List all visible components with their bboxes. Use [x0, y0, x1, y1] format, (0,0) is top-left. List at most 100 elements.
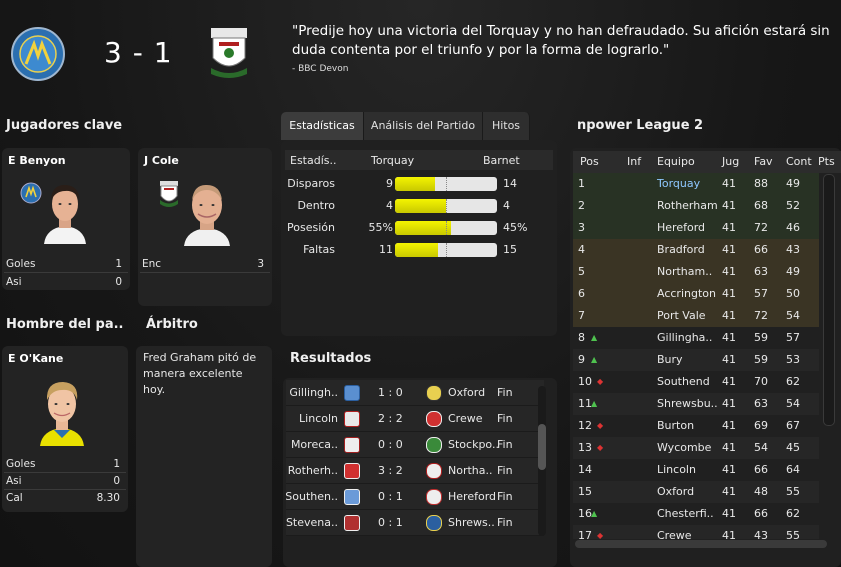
- league-team[interactable]: Rotherham: [657, 199, 718, 212]
- tab-estadisticas[interactable]: Estadísticas: [281, 112, 364, 140]
- league-team[interactable]: Port Vale: [657, 309, 706, 322]
- league-row[interactable]: 3 Hereford 41 72 46: [573, 217, 819, 240]
- league-team[interactable]: Torquay: [657, 177, 700, 190]
- col-goals-against[interactable]: Cont: [786, 155, 812, 168]
- league-row[interactable]: 1 Torquay 41 88 49: [573, 173, 819, 196]
- stat-home-value: 11: [379, 243, 393, 256]
- col-pos[interactable]: Pos: [580, 155, 599, 168]
- league-team[interactable]: Southend: [657, 375, 710, 388]
- league-row[interactable]: 13 ◆ Wycombe 41 54 45: [573, 437, 819, 460]
- stat-home-value: 4: [386, 199, 393, 212]
- league-team[interactable]: Accrington: [657, 287, 716, 300]
- league-row[interactable]: 9 ▲ Bury 41 59 53: [573, 349, 819, 372]
- league-goals-for: 72: [754, 221, 768, 234]
- col-team[interactable]: Equipo: [657, 155, 695, 168]
- result-row[interactable]: Rotherh.. 3 : 2 Northa.. Fin: [286, 458, 544, 484]
- tab-hitos[interactable]: Hitos: [483, 112, 530, 140]
- league-title: npower League 2: [577, 118, 704, 133]
- league-team[interactable]: Hereford: [657, 221, 705, 234]
- result-home-team: Lincoln: [299, 412, 338, 425]
- league-goals-for: 72: [754, 309, 768, 322]
- result-row[interactable]: Southen.. 0 : 1 Hereford Fin: [285, 484, 544, 510]
- league-played: 41: [722, 221, 736, 234]
- stat-label: Enc: [142, 258, 162, 270]
- barnet-crest: [205, 24, 253, 82]
- league-row[interactable]: 2 Rotherham 41 68 52: [573, 195, 819, 218]
- col-played[interactable]: Jug: [722, 155, 739, 168]
- league-row[interactable]: 8 ▲ Gillingha.. 41 59 57: [573, 327, 819, 350]
- league-team[interactable]: Shrewsbu..: [657, 397, 718, 410]
- player-card-cole[interactable]: J Cole Enc 3: [138, 148, 272, 306]
- league-team[interactable]: Oxford: [657, 485, 694, 498]
- league-team[interactable]: Burton: [657, 419, 694, 432]
- league-row[interactable]: 4 Bradford 41 66 43: [573, 239, 819, 262]
- league-row[interactable]: 16 ▲ Chesterfi.. 41 66 62: [573, 503, 819, 526]
- league-team[interactable]: Chesterfi..: [657, 507, 714, 520]
- home-crest-icon: [344, 385, 360, 401]
- league-team[interactable]: Northam..: [657, 265, 712, 278]
- stat-label: Posesión: [287, 221, 335, 234]
- stat-away-value: 4: [503, 199, 510, 212]
- col-inf[interactable]: Inf: [627, 155, 641, 168]
- league-pos: 9: [578, 353, 585, 366]
- result-row[interactable]: Gillingh.. 1 : 0 Oxford Fin: [286, 380, 544, 406]
- result-status: Fin: [497, 464, 513, 477]
- league-vscrollbar[interactable]: [823, 174, 835, 426]
- league-goals-against: 49: [786, 177, 800, 190]
- league-row[interactable]: 5 Northam.. 41 63 49: [573, 261, 819, 284]
- league-row[interactable]: 12 ◆ Burton 41 69 67: [573, 415, 819, 438]
- league-goals-for: 66: [754, 507, 768, 520]
- player-card-benyon[interactable]: E Benyon Goles 1 Asi 0: [2, 148, 130, 290]
- league-played: 41: [722, 375, 736, 388]
- league-row[interactable]: 7 Port Vale 41 72 54: [573, 305, 819, 328]
- league-pos: 6: [578, 287, 585, 300]
- league-row[interactable]: 15 Oxford 41 48 55: [573, 481, 819, 504]
- stat-row: Goles 1: [4, 456, 126, 473]
- league-team[interactable]: Bradford: [657, 243, 705, 256]
- arrow-down-icon: ◆: [597, 377, 604, 386]
- stat-row: Enc 3: [140, 256, 270, 273]
- result-status: Fin: [497, 412, 513, 425]
- stats-header: Estadís.. Torquay Barnet: [285, 150, 553, 170]
- result-away-team: Northa..: [448, 464, 493, 477]
- league-team[interactable]: Lincoln: [657, 463, 696, 476]
- league-goals-against: 43: [786, 243, 800, 256]
- stat-row: Cal 8.30: [4, 490, 126, 506]
- results-scrollbar[interactable]: [538, 386, 546, 536]
- league-team[interactable]: Bury: [657, 353, 683, 366]
- result-away-team: Shrews..: [448, 516, 495, 529]
- league-team[interactable]: Gillingha..: [657, 331, 712, 344]
- league-played: 41: [722, 199, 736, 212]
- result-home-team: Rotherh..: [287, 464, 338, 477]
- results-scroll-thumb[interactable]: [538, 424, 546, 470]
- league-row[interactable]: 6 Accrington 41 57 50: [573, 283, 819, 306]
- result-score: 0 : 0: [378, 438, 403, 451]
- away-crest-icon: [426, 463, 442, 479]
- stat-label: Goles: [6, 458, 36, 470]
- league-goals-for: 59: [754, 353, 768, 366]
- arrow-up-icon: ▲: [591, 333, 598, 342]
- col-points[interactable]: Pts: [818, 155, 835, 168]
- league-row[interactable]: 14 Lincoln 41 66 64: [573, 459, 819, 482]
- league-row[interactable]: 11 ▲ Shrewsbu.. 41 63 54: [573, 393, 819, 416]
- col-goals-for[interactable]: Fav: [754, 155, 773, 168]
- stat-value: 0: [115, 276, 122, 288]
- league-goals-against: 46: [786, 221, 800, 234]
- league-goals-for: 66: [754, 243, 768, 256]
- league-hscrollbar[interactable]: [575, 540, 827, 548]
- league-team[interactable]: Crewe: [657, 529, 692, 539]
- league-played: 41: [722, 397, 736, 410]
- league-row[interactable]: 17 ◆ Crewe 41 43 55: [573, 525, 819, 539]
- result-row[interactable]: Stevena.. 0 : 1 Shrews.. Fin: [286, 510, 544, 536]
- league-pos: 7: [578, 309, 585, 322]
- league-team[interactable]: Wycombe: [657, 441, 711, 454]
- league-row[interactable]: 10 ◆ Southend 41 70 62: [573, 371, 819, 394]
- away-crest-icon: [426, 411, 442, 427]
- tab-analisis[interactable]: Análisis del Partido: [364, 112, 483, 140]
- player-card-okane[interactable]: E O'Kane Goles 1 Asi 0 Cal 8.30: [2, 346, 128, 512]
- referee-title: Árbitro: [146, 317, 198, 332]
- result-row[interactable]: Lincoln 2 : 2 Crewe Fin: [286, 406, 544, 432]
- stat-compare-row: Faltas 11 15: [285, 240, 553, 260]
- result-status: Fin: [497, 516, 513, 529]
- result-row[interactable]: Moreca.. 0 : 0 Stockpo.. Fin: [286, 432, 544, 458]
